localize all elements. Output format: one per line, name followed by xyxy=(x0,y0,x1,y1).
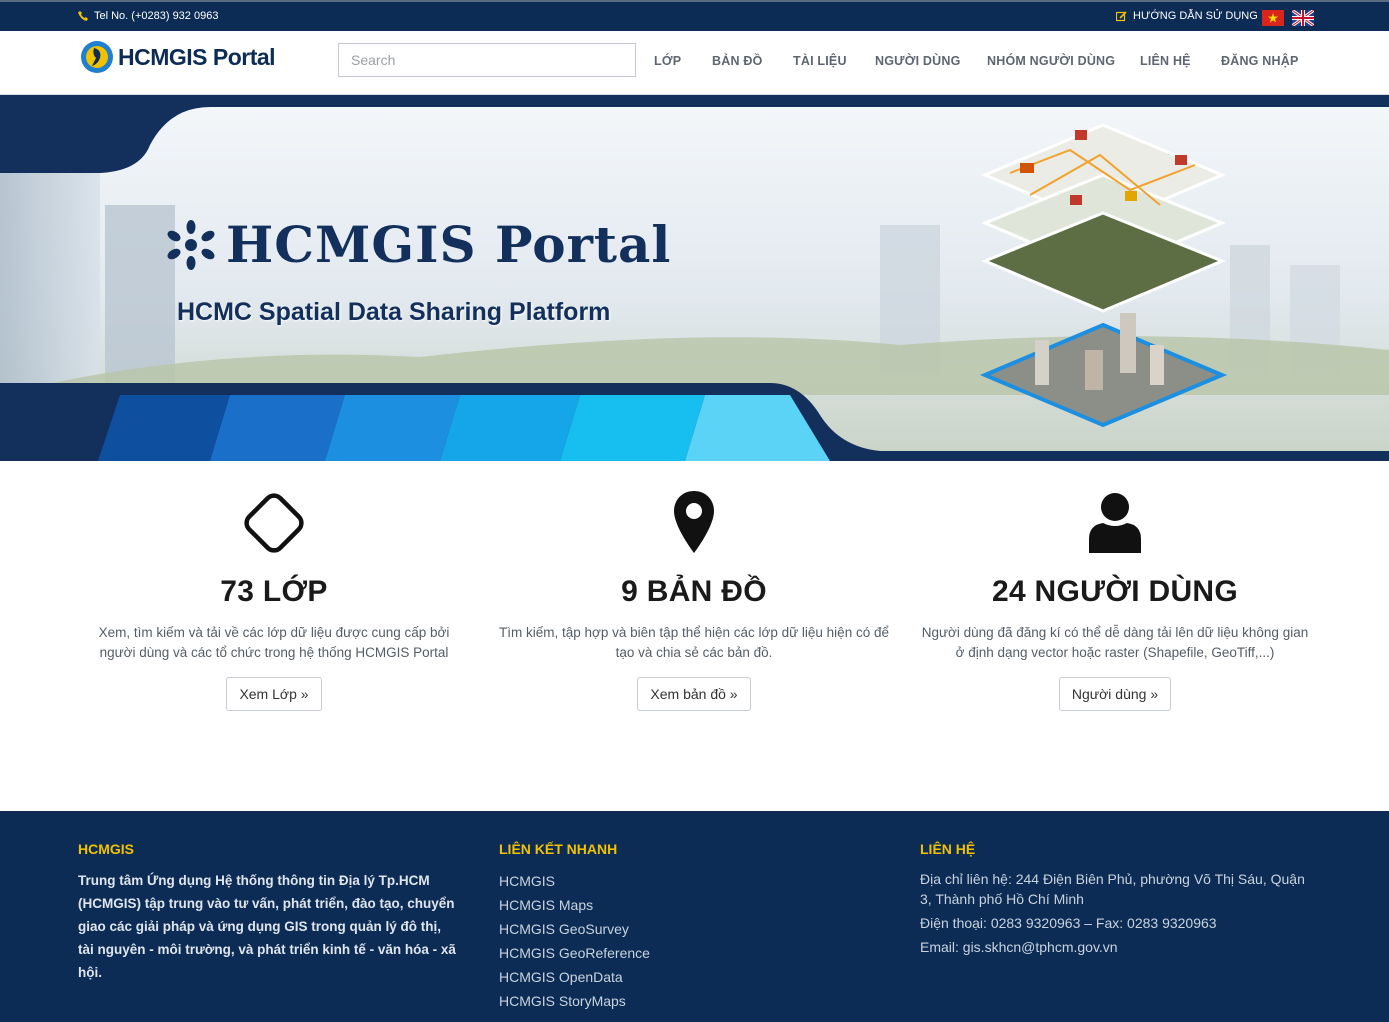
phone-contact: Tel No. (+0283) 932 0963 xyxy=(78,10,218,22)
brand-name: HCMGIS Portal xyxy=(118,43,276,70)
hcmgis-logo-icon xyxy=(81,41,113,73)
footer-contact-heading: LIÊN HỆ xyxy=(920,841,976,857)
footer-address: Địa chỉ liên hệ: 244 Điện Biên Phủ, phườ… xyxy=(920,871,1305,907)
stat-layers-desc: Xem, tìm kiếm và tải về các lớp dữ liệu … xyxy=(98,625,450,660)
vietnamese-flag-icon[interactable] xyxy=(1262,10,1284,26)
hero-title-text: HCMGIS Portal xyxy=(226,215,672,274)
hero-title: HCMGIS Portal xyxy=(166,215,671,274)
phone-icon xyxy=(78,11,88,21)
footer-link-georeference[interactable]: HCMGIS GeoReference xyxy=(499,941,650,965)
footer-link-geosurvey[interactable]: HCMGIS GeoSurvey xyxy=(499,917,650,941)
hero-background xyxy=(0,95,1389,461)
nav-item-documents[interactable]: TÀI LIỆU xyxy=(793,54,847,68)
stat-layers: 73 LỚP Xem, tìm kiếm và tải về các lớp d… xyxy=(64,487,484,711)
edit-icon xyxy=(1116,10,1127,21)
footer-links-heading: LIÊN KẾT NHANH xyxy=(499,841,618,857)
search-input[interactable] xyxy=(338,43,636,77)
stat-maps-desc: Tìm kiếm, tập hợp và biên tập thể hiện c… xyxy=(499,625,889,660)
nav-item-contact[interactable]: LIÊN HỆ xyxy=(1140,54,1191,68)
footer-contact: LIÊN HỆ Địa chỉ liên hệ: 244 Điện Biên P… xyxy=(920,841,1310,961)
top-bar: Tel No. (+0283) 932 0963 HƯỚNG DẪN SỬ DỤ… xyxy=(0,0,1389,31)
user-icon xyxy=(1089,493,1141,553)
diamond-icon xyxy=(244,493,304,553)
stat-people-title: 24 NGƯỜI DÙNG xyxy=(991,575,1239,608)
footer-email[interactable]: Email: gis.skhcn@tphcm.gov.vn xyxy=(920,937,1310,957)
footer-quick-links: LIÊN KẾT NHANH HCMGIS HCMGIS Maps HCMGIS… xyxy=(499,841,650,1013)
footer-about-text: Trung tâm Ứng dụng Hệ thống thông tin Đị… xyxy=(78,873,456,980)
footer-link-maps[interactable]: HCMGIS Maps xyxy=(499,893,650,917)
footer-phone: Điện thoại: 0283 9320963 – Fax: 0283 932… xyxy=(920,915,1217,931)
stat-people-desc: Người dùng đã đăng kí có thể dễ dàng tải… xyxy=(921,625,1309,660)
stat-people: 24 NGƯỜI DÙNG Người dùng đã đăng kí có t… xyxy=(905,487,1325,711)
nav-item-maps[interactable]: BẢN ĐỒ xyxy=(712,54,763,68)
nav-item-login[interactable]: ĐĂNG NHẬP xyxy=(1221,54,1299,68)
footer-about-heading: HCMGIS xyxy=(78,841,134,857)
map-marker-icon xyxy=(674,491,714,553)
footer-link-hcmgis[interactable]: HCMGIS xyxy=(499,869,650,893)
footer-link-opendata[interactable]: HCMGIS OpenData xyxy=(499,965,650,989)
view-people-button[interactable]: Người dùng » xyxy=(1058,677,1172,711)
flower-icon xyxy=(167,219,215,270)
nav-item-groups[interactable]: NHÓM NGƯỜI DÙNG xyxy=(987,54,1115,68)
stat-maps: 9 BẢN ĐỒ Tìm kiếm, tập hợp và biên tập t… xyxy=(484,487,904,711)
view-layers-button[interactable]: Xem Lớp » xyxy=(226,677,322,711)
stat-maps-title: 9 BẢN ĐỒ xyxy=(621,575,767,608)
hero-subtitle: HCMC Spatial Data Sharing Platform xyxy=(177,298,611,326)
view-maps-button[interactable]: Xem bản đồ » xyxy=(637,677,751,711)
footer-about: HCMGIS Trung tâm Ứng dụng Hệ thống thông… xyxy=(78,841,458,984)
hero-banner: HCMGIS Portal HCMC Spatial Data Sharing … xyxy=(0,95,1389,461)
main-navbar: HCMGIS Portal LỚP BẢN ĐỒ TÀI LIỆU NGƯỜI … xyxy=(0,31,1389,95)
nav-item-people[interactable]: NGƯỜI DÙNG xyxy=(875,54,961,68)
stat-layers-title: 73 LỚP xyxy=(220,575,328,608)
footer: HCMGIS Trung tâm Ứng dụng Hệ thống thông… xyxy=(0,811,1389,1022)
nav-item-layers[interactable]: LỚP xyxy=(654,54,681,68)
user-guide-label: HƯỚNG DẪN SỬ DỤNG xyxy=(1133,10,1258,22)
english-flag-icon[interactable] xyxy=(1292,10,1314,26)
brand-logo[interactable]: HCMGIS Portal xyxy=(80,40,276,74)
phone-text: Tel No. (+0283) 932 0963 xyxy=(94,10,219,22)
user-guide-link[interactable]: HƯỚNG DẪN SỬ DỤNG xyxy=(1116,10,1258,22)
footer-link-storymaps[interactable]: HCMGIS StoryMaps xyxy=(499,989,650,1013)
